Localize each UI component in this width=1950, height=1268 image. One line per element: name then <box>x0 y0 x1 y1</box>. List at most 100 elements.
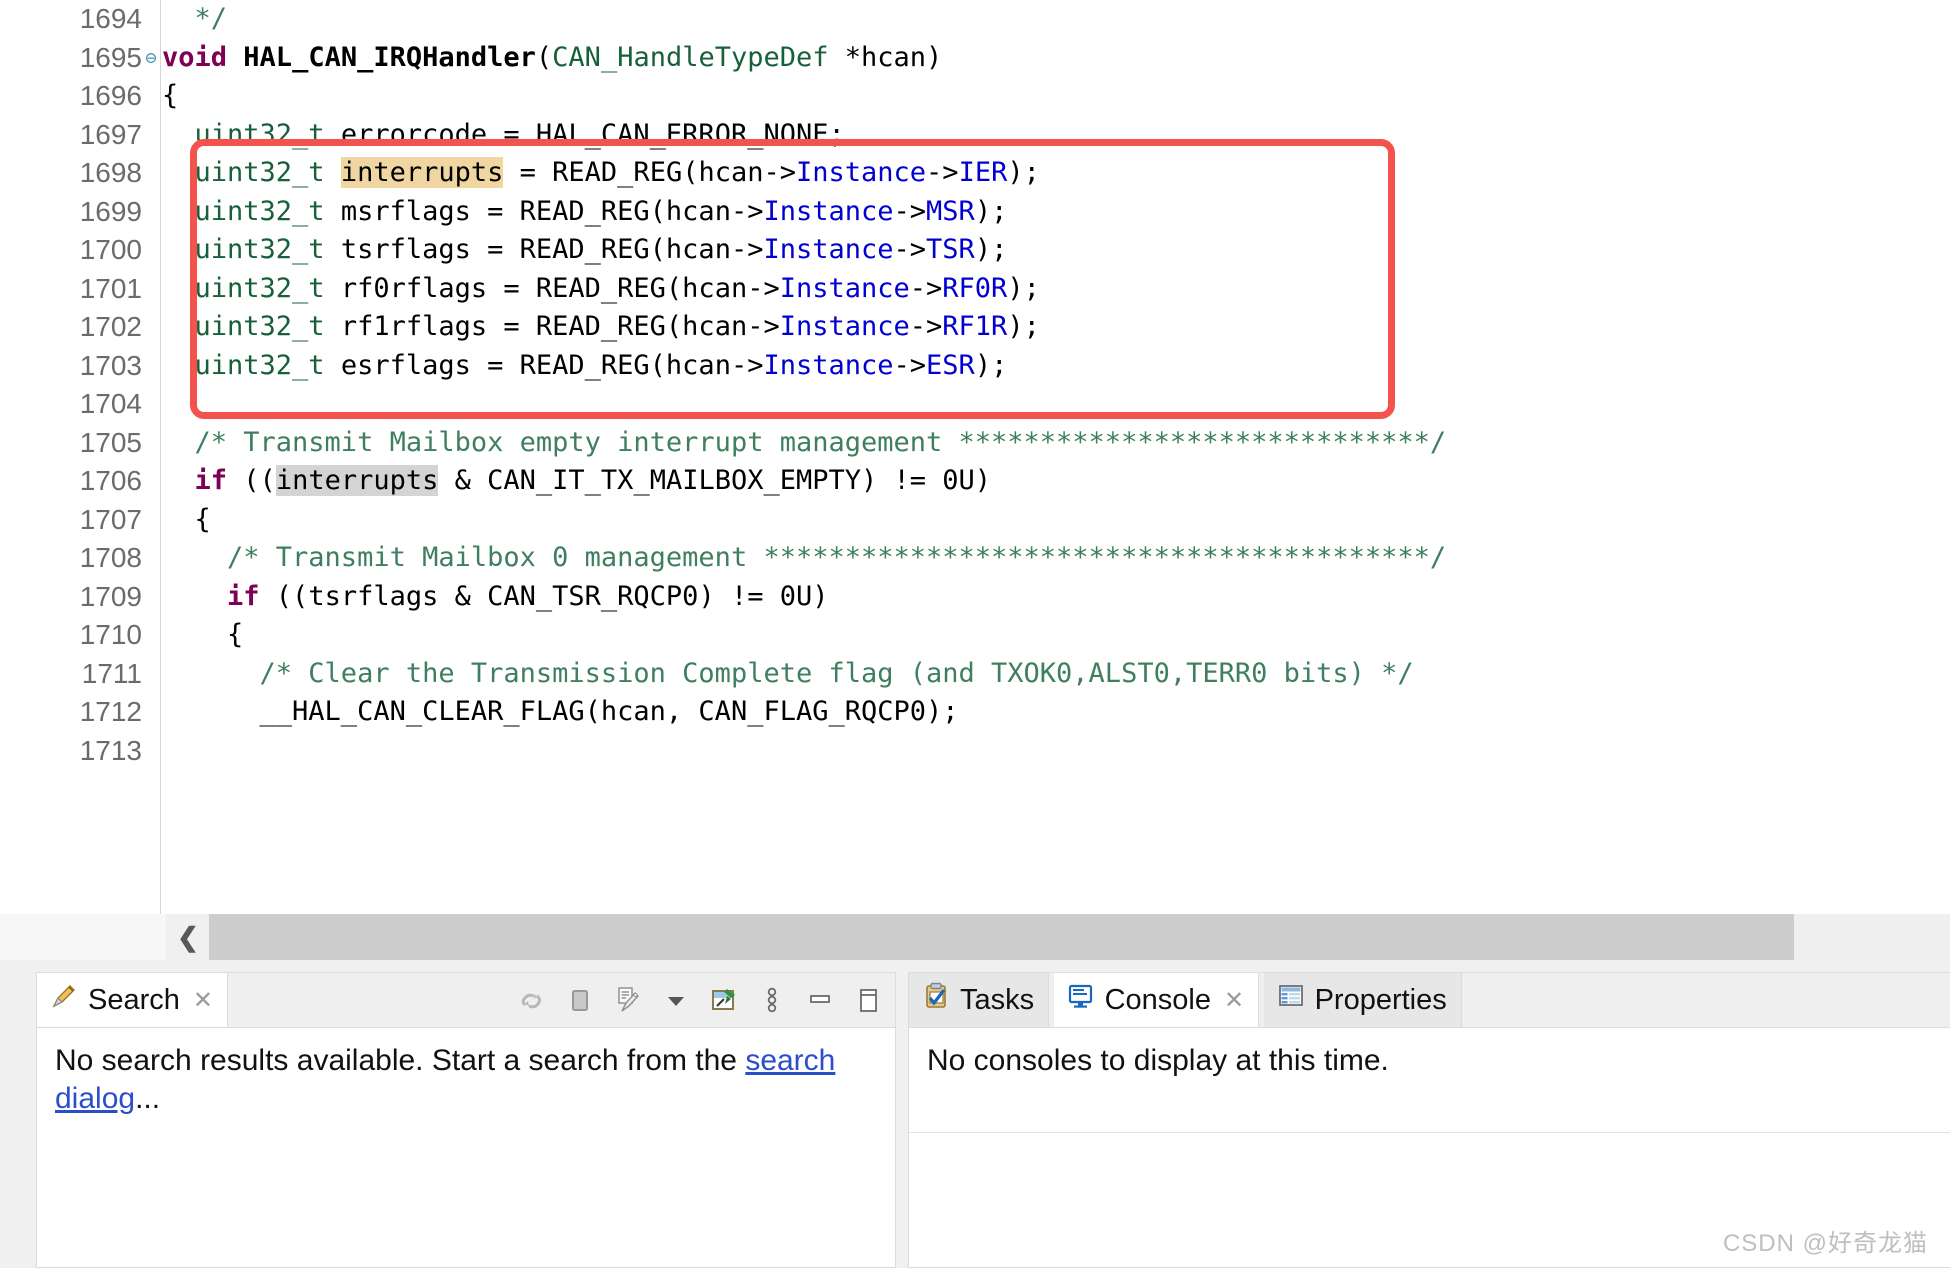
line-number-row[interactable]: 1706 <box>0 462 160 501</box>
code-line[interactable]: uint32_t errorcode = HAL_CAN_ERROR_NONE; <box>162 116 1950 155</box>
line-number-row[interactable]: 1702 <box>0 308 160 347</box>
close-icon[interactable]: ✕ <box>193 986 213 1014</box>
code-line[interactable]: uint32_t esrflags = READ_REG(hcan->Insta… <box>162 347 1950 386</box>
code-token: HAL_CAN_IRQHandler <box>243 41 536 73</box>
maximize-icon[interactable] <box>851 983 885 1017</box>
code-token: TSR <box>926 234 975 265</box>
code-line[interactable] <box>162 732 1950 771</box>
tab-search[interactable]: Search ✕ <box>37 973 228 1027</box>
line-number-row[interactable]: 1709 <box>0 578 160 617</box>
code-line[interactable]: /* Transmit Mailbox empty interrupt mana… <box>162 424 1950 463</box>
line-number: 1710 <box>79 619 142 650</box>
line-number-row[interactable]: 1708 <box>0 539 160 578</box>
code-line[interactable]: { <box>162 616 1950 655</box>
code-token: -> <box>893 349 927 381</box>
code-line[interactable]: __HAL_CAN_CLEAR_FLAG(hcan, CAN_FLAG_RQCP… <box>162 693 1950 732</box>
code-line[interactable]: void HAL_CAN_IRQHandler(CAN_HandleTypeDe… <box>162 39 1950 78</box>
dropdown-arrow-icon[interactable] <box>659 983 693 1017</box>
code-line[interactable]: uint32_t msrflags = READ_REG(hcan->Insta… <box>162 193 1950 232</box>
properties-table-icon <box>1276 981 1306 1019</box>
code-line[interactable]: if ((interrupts & CAN_IT_TX_MAILBOX_EMPT… <box>162 462 1950 501</box>
line-number-row[interactable]: 1713 <box>0 732 160 771</box>
editor-horizontal-scrollbar[interactable]: ❮ <box>0 914 1950 960</box>
line-number-row[interactable]: 1695 ⊖ <box>0 39 160 78</box>
bottom-panel-area: Search ✕ No search results available. St… <box>0 960 1950 1268</box>
code-editor[interactable]: 1694 1695 ⊖ 1696 1697 1698 1699 1700 1701 1702 170… <box>0 0 1950 960</box>
line-number-gutter[interactable]: 1694 1695 ⊖ 1696 1697 1698 1699 1700 1701 1702 170… <box>0 0 161 960</box>
line-number-row[interactable]: 1700 <box>0 231 160 270</box>
fold-collapse-icon[interactable]: ⊖ <box>142 39 160 78</box>
eclipse-ide-window: 1694 1695 ⊖ 1696 1697 1698 1699 1700 1701 1702 170… <box>0 0 1950 1268</box>
code-token: msrflags = READ_REG(hcan-> <box>324 195 764 227</box>
line-number: 1704 <box>79 388 142 419</box>
line-number: 1696 <box>79 80 142 111</box>
console-monitor-icon <box>1066 981 1096 1019</box>
minimize-icon[interactable] <box>803 983 837 1017</box>
code-token: if <box>227 580 260 612</box>
code-token: ( <box>535 41 553 73</box>
line-number: 1695 <box>79 41 142 73</box>
line-number-row[interactable]: 1711 <box>0 655 160 694</box>
code-token: = READ_REG(hcan-> <box>503 157 796 188</box>
tab-console[interactable]: Console ✕ <box>1053 973 1260 1027</box>
code-line[interactable]: { <box>162 77 1950 116</box>
code-token: -> <box>893 234 927 265</box>
tab-search-label: Search <box>88 983 180 1016</box>
code-token: __HAL_CAN_CLEAR_FLAG(hcan, CAN_FLAG_RQCP… <box>162 696 959 727</box>
scrollbar-track[interactable] <box>209 914 1950 960</box>
code-line[interactable]: if ((tsrflags & CAN_TSR_RQCP0) != 0U) <box>162 578 1950 617</box>
clear-search-results-icon[interactable] <box>611 983 645 1017</box>
code-token: void <box>162 41 228 73</box>
line-number-row[interactable]: 1712 <box>0 693 160 732</box>
code-text-area[interactable]: */ void HAL_CAN_IRQHandler(CAN_HandleType… <box>162 0 1950 948</box>
line-number-row[interactable]: 1705 <box>0 424 160 463</box>
line-number-row[interactable]: 1703 <box>0 347 160 386</box>
code-token: ); <box>1007 157 1040 188</box>
code-token: Instance <box>779 272 910 304</box>
code-line[interactable] <box>162 385 1950 424</box>
rerun-search-icon[interactable] <box>515 983 549 1017</box>
code-line[interactable]: */ <box>162 0 1950 39</box>
search-message-suffix: ... <box>135 1082 161 1116</box>
code-line[interactable]: uint32_t rf1rflags = READ_REG(hcan->Inst… <box>162 308 1950 347</box>
code-token: -> <box>909 272 943 304</box>
code-token: ESR <box>926 349 975 381</box>
stop-icon[interactable] <box>563 983 597 1017</box>
line-number-row[interactable]: 1698 <box>0 154 160 193</box>
line-number-row[interactable]: 1697 <box>0 116 160 155</box>
pin-search-view-icon[interactable] <box>707 983 741 1017</box>
console-empty-message: No consoles to display at this time. <box>927 1044 1389 1077</box>
code-line[interactable]: uint32_t tsrflags = READ_REG(hcan->Insta… <box>162 231 1950 270</box>
close-icon[interactable]: ✕ <box>1224 986 1244 1014</box>
view-menu-icon[interactable] <box>755 983 789 1017</box>
line-number-row[interactable]: 1710 <box>0 616 160 655</box>
tab-console-label: Console <box>1104 983 1211 1016</box>
tab-properties[interactable]: Properties <box>1263 973 1462 1027</box>
code-line[interactable]: { <box>162 501 1950 540</box>
line-number-row[interactable]: 1699 <box>0 193 160 232</box>
code-token: rf0rflags = READ_REG(hcan-> <box>324 272 780 304</box>
code-line[interactable]: /* Clear the Transmission Complete flag … <box>162 655 1950 694</box>
code-token: ); <box>1007 311 1040 342</box>
code-line[interactable]: /* Transmit Mailbox 0 management *******… <box>162 539 1950 578</box>
line-number: 1709 <box>79 580 142 612</box>
code-token: { <box>162 80 179 111</box>
search-view-toolbar <box>515 973 885 1027</box>
code-token: Instance <box>763 195 894 227</box>
line-number-row[interactable]: 1694 <box>0 0 160 39</box>
line-number-row[interactable]: 1707 <box>0 501 160 540</box>
scrollbar-thumb[interactable] <box>209 914 1794 960</box>
tab-tasks[interactable]: Tasks <box>909 973 1050 1027</box>
line-number-row[interactable]: 1704 <box>0 385 160 424</box>
code-line[interactable]: uint32_t rf0rflags = READ_REG(hcan->Inst… <box>162 270 1950 309</box>
line-number-row[interactable]: 1701 <box>0 270 160 309</box>
scroll-left-arrow-icon[interactable]: ❮ <box>167 914 209 960</box>
code-line[interactable]: uint32_t interrupts = READ_REG(hcan->Ins… <box>162 154 1950 193</box>
search-pencil-icon <box>49 981 79 1019</box>
code-token: Instance <box>763 234 894 265</box>
line-number-row[interactable]: 1696 <box>0 77 160 116</box>
